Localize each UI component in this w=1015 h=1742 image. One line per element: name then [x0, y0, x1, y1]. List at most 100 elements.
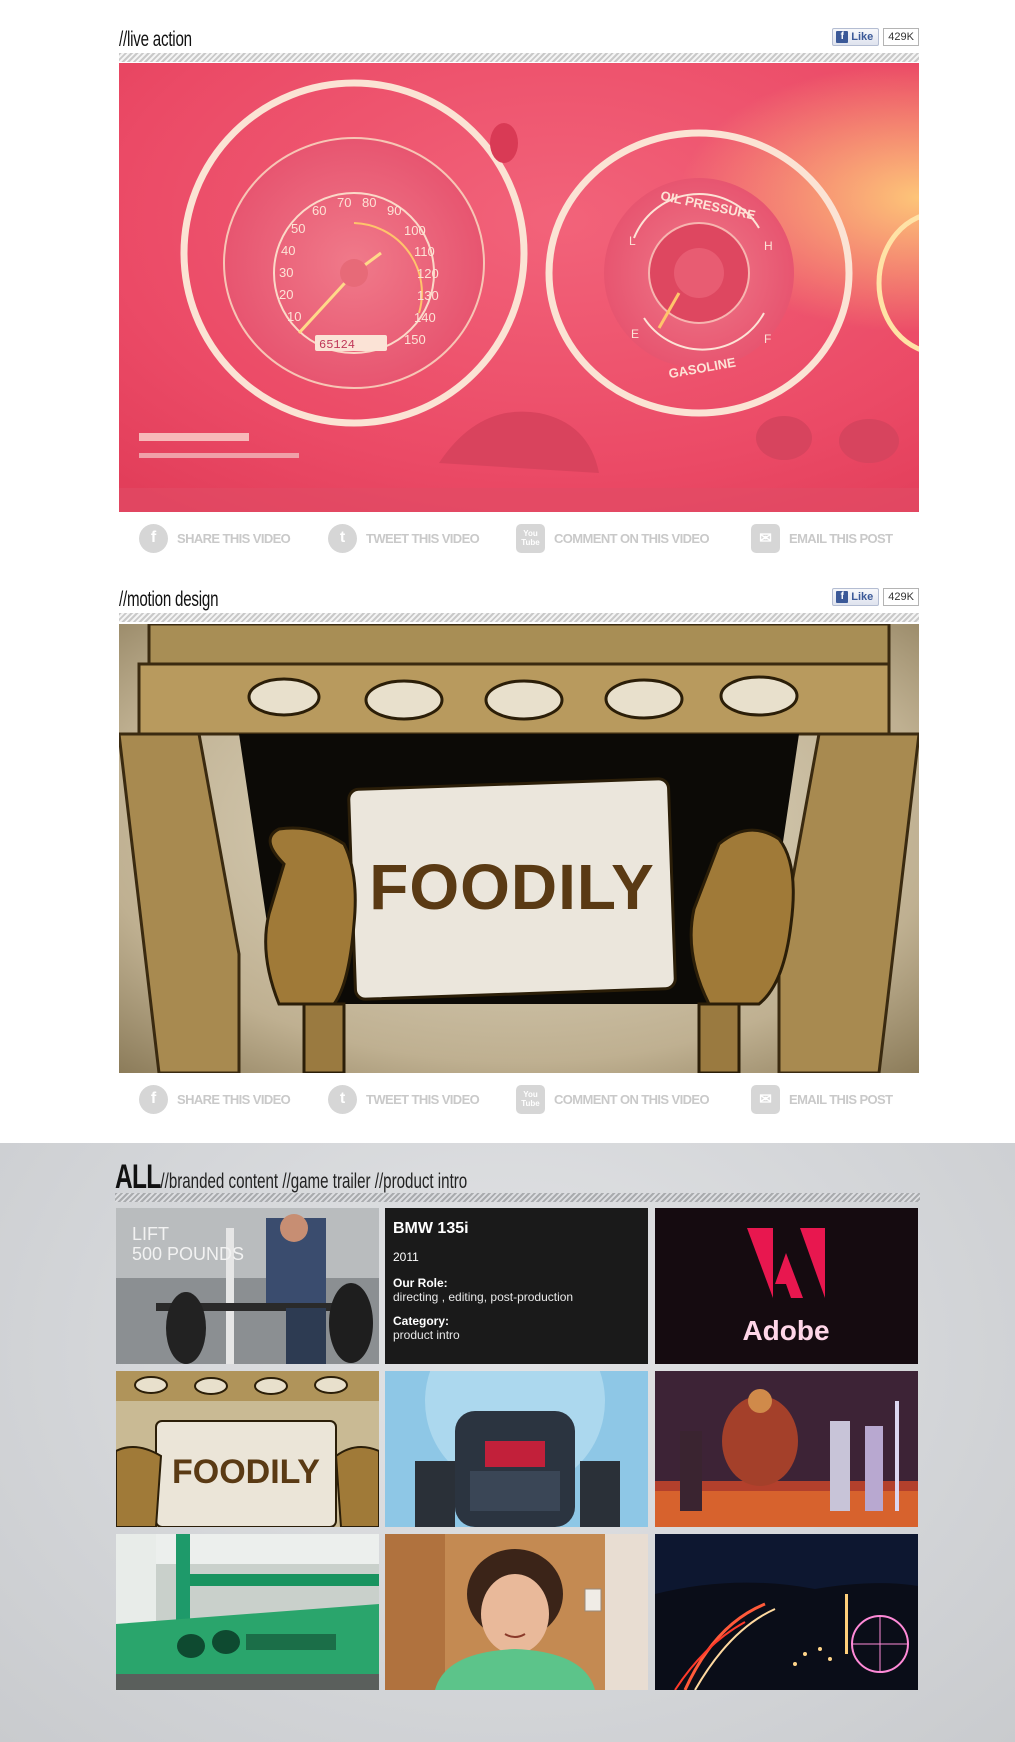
- share-bar: f SHARE THIS VIDEO t TWEET THIS VIDEO Yo…: [119, 513, 919, 563]
- hatch-divider: [115, 1193, 920, 1202]
- filter-product-intro[interactable]: //product intro: [375, 1170, 467, 1193]
- share-youtube-label: COMMENT ON THIS VIDEO: [554, 1091, 710, 1107]
- motion-design-video[interactable]: FOODILY: [119, 624, 919, 1073]
- bmw-category-label: Category:: [393, 1314, 450, 1328]
- bmw-role-label: Our Role:: [393, 1276, 448, 1290]
- gauge-l: L: [629, 234, 636, 248]
- thumbnail-foodily[interactable]: FOODILY: [116, 1371, 379, 1527]
- lift-thumbnail-image: LIFT 500 POUNDS: [116, 1208, 379, 1364]
- svg-text:120: 120: [417, 266, 439, 281]
- svg-text:80: 80: [362, 195, 376, 210]
- like-label: Like: [851, 31, 874, 43]
- email-icon: ✉: [751, 523, 780, 553]
- live-action-section: //live action f Like 429K 10 20 30 40 50…: [0, 0, 1015, 570]
- share-twitter-label: TWEET THIS VIDEO: [366, 530, 480, 546]
- hatch-divider: [119, 53, 919, 62]
- svg-text:40: 40: [281, 243, 295, 258]
- thumbnail-adobe[interactable]: Adobe: [655, 1208, 918, 1364]
- adobe-logo-text: Adobe: [742, 1315, 829, 1346]
- facebook-icon: f: [139, 1084, 168, 1114]
- gauge-e: E: [631, 327, 639, 341]
- thumbnail-fighting-game[interactable]: [655, 1371, 918, 1527]
- facebook-icon: f: [836, 591, 849, 603]
- section-header: //live action f Like 429K: [119, 28, 919, 62]
- thumbnail-boy[interactable]: [385, 1534, 648, 1690]
- filter-game-trailer[interactable]: //game trailer: [282, 1170, 370, 1193]
- svg-text:110: 110: [414, 244, 435, 259]
- robot-thumbnail-image: [385, 1371, 648, 1527]
- filter-all[interactable]: ALL: [115, 1158, 161, 1196]
- facebook-like-button[interactable]: f Like: [832, 588, 880, 606]
- email-icon: ✉: [751, 1084, 780, 1114]
- facebook-like-widget[interactable]: f Like 429K: [832, 588, 919, 606]
- youtube-icon: You Tube: [516, 523, 545, 553]
- odometer: 65124: [319, 338, 355, 352]
- youtube-icon: You Tube: [516, 1084, 545, 1114]
- adobe-thumbnail-image: Adobe: [655, 1208, 918, 1364]
- facebook-icon: f: [139, 523, 168, 553]
- share-email-link[interactable]: ✉ EMAIL THIS POST: [751, 523, 893, 553]
- twitter-icon: t: [328, 523, 357, 553]
- share-facebook-link[interactable]: f SHARE THIS VIDEO: [139, 523, 291, 553]
- svg-text:150: 150: [404, 332, 426, 347]
- share-email-link[interactable]: ✉ EMAIL THIS POST: [751, 1084, 893, 1114]
- foodily-thumb-text: FOODILY: [172, 1453, 320, 1491]
- share-twitter-link[interactable]: t TWEET THIS VIDEO: [328, 523, 480, 553]
- share-youtube-link[interactable]: You Tube COMMENT ON THIS VIDEO: [516, 1084, 710, 1114]
- gauge-h: H: [764, 239, 773, 253]
- portfolio-filter-bar: ALL//branded content //game trailer //pr…: [115, 1158, 467, 1197]
- share-facebook-label: SHARE THIS VIDEO: [177, 1091, 291, 1107]
- green-car-thumbnail-image: [116, 1534, 379, 1690]
- svg-text:10: 10: [287, 309, 301, 324]
- night-city-thumbnail-image: [655, 1534, 918, 1690]
- motion-design-section: //motion design f Like 429K FOODILY f SH…: [0, 560, 1015, 1130]
- filter-branded-content[interactable]: //branded content: [160, 1170, 278, 1193]
- share-bar: f SHARE THIS VIDEO t TWEET THIS VIDEO Yo…: [119, 1074, 919, 1124]
- hatch-divider: [119, 613, 919, 622]
- lift-text-2: 500 POUNDS: [132, 1244, 244, 1264]
- twitter-icon: t: [328, 1084, 357, 1114]
- facebook-icon: f: [836, 31, 849, 43]
- like-count: 429K: [883, 28, 919, 46]
- thumbnail-green-car[interactable]: [116, 1534, 379, 1690]
- section-title: //motion design: [119, 588, 219, 611]
- foodily-thumbnail-image: FOODILY: [116, 1371, 379, 1527]
- dashboard-video-frame: 10 20 30 40 50 60 70 80 90 100 110 120 1…: [119, 63, 919, 512]
- thumbnail-night-city[interactable]: [655, 1534, 918, 1690]
- like-count: 429K: [883, 588, 919, 606]
- share-twitter-label: TWEET THIS VIDEO: [366, 1091, 480, 1107]
- gauge-f: F: [764, 332, 771, 346]
- share-email-label: EMAIL THIS POST: [789, 1091, 893, 1107]
- facebook-like-widget[interactable]: f Like 429K: [832, 28, 919, 46]
- share-twitter-link[interactable]: t TWEET THIS VIDEO: [328, 1084, 480, 1114]
- like-label: Like: [851, 591, 874, 603]
- boy-thumbnail-image: [385, 1534, 648, 1690]
- portfolio-grid-section: ALL//branded content //game trailer //pr…: [0, 1143, 1015, 1742]
- thumbnail-robot-game[interactable]: [385, 1371, 648, 1527]
- live-action-video[interactable]: 10 20 30 40 50 60 70 80 90 100 110 120 1…: [119, 63, 919, 512]
- share-facebook-label: SHARE THIS VIDEO: [177, 530, 291, 546]
- svg-text:140: 140: [414, 310, 436, 325]
- share-email-label: EMAIL THIS POST: [789, 530, 893, 546]
- svg-text:90: 90: [387, 203, 401, 218]
- share-youtube-label: COMMENT ON THIS VIDEO: [554, 530, 710, 546]
- svg-text:100: 100: [404, 223, 426, 238]
- svg-text:130: 130: [417, 288, 439, 303]
- section-title: //live action: [119, 28, 192, 51]
- foodily-video-frame: FOODILY: [119, 624, 919, 1073]
- svg-text:30: 30: [279, 265, 293, 280]
- share-youtube-link[interactable]: You Tube COMMENT ON THIS VIDEO: [516, 523, 710, 553]
- thumbnail-lift[interactable]: LIFT 500 POUNDS: [116, 1208, 379, 1364]
- share-facebook-link[interactable]: f SHARE THIS VIDEO: [139, 1084, 291, 1114]
- svg-text:70: 70: [337, 195, 351, 210]
- facebook-like-button[interactable]: f Like: [832, 28, 880, 46]
- svg-text:60: 60: [312, 203, 326, 218]
- svg-text:20: 20: [279, 287, 293, 302]
- svg-text:50: 50: [291, 221, 305, 236]
- bmw-title: BMW 135i: [393, 1220, 469, 1237]
- foodily-sign-text: FOODILY: [369, 851, 655, 923]
- thumbnail-bmw-info[interactable]: BMW 135i 2011 Our Role: directing , edit…: [385, 1208, 648, 1364]
- lift-text-1: LIFT: [132, 1224, 169, 1244]
- fighting-game-thumbnail-image: [655, 1371, 918, 1527]
- bmw-category-value: product intro: [393, 1328, 460, 1342]
